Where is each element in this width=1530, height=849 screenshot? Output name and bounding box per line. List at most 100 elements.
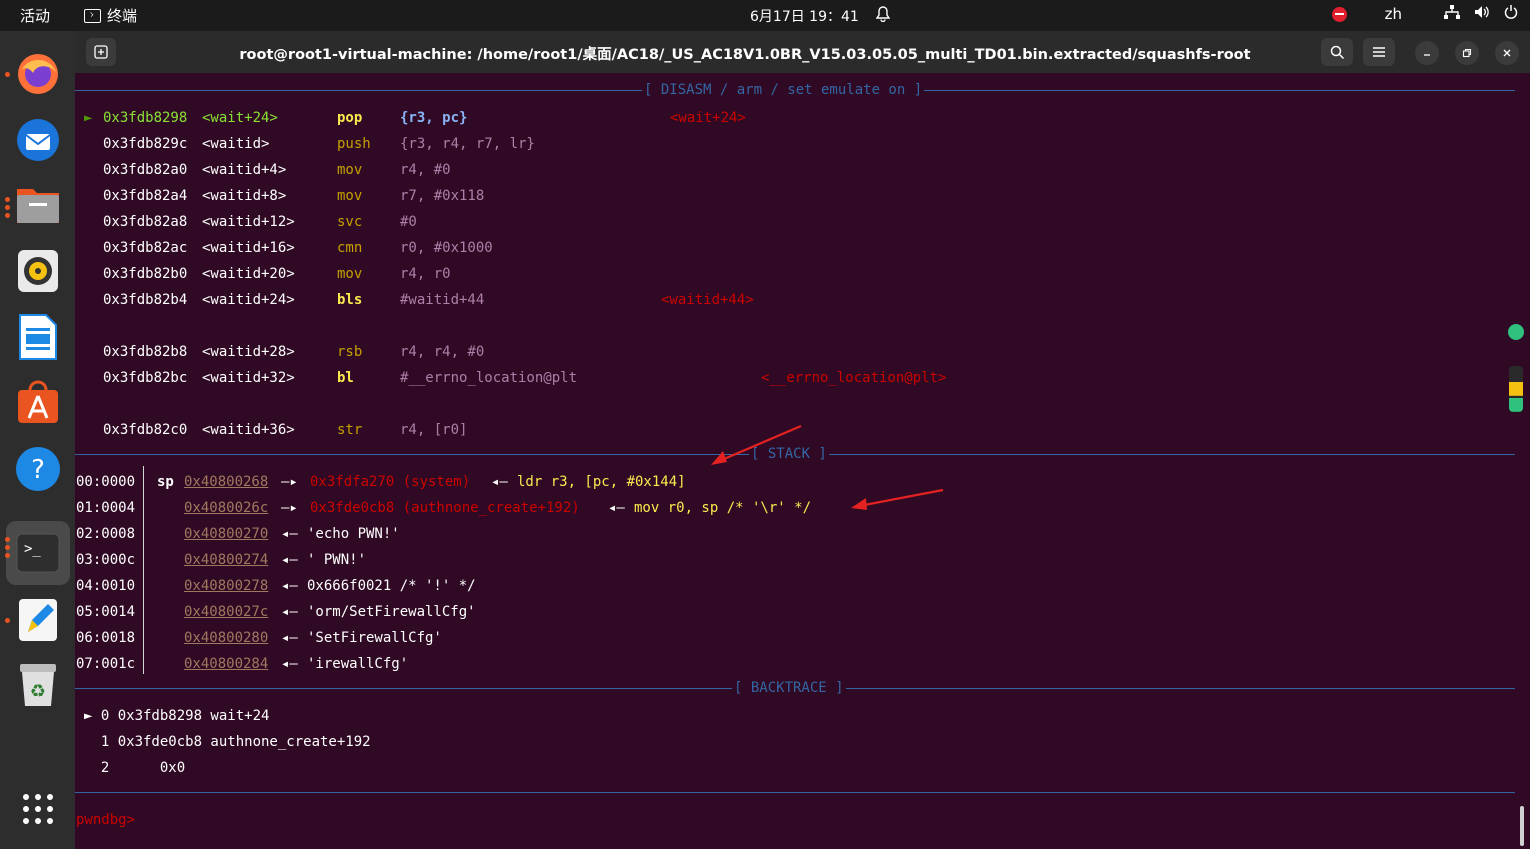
deref-arrow: ◂— xyxy=(281,552,298,568)
disasm-operands: {r3, r4, r7, lr} xyxy=(400,136,535,152)
network-icon[interactable] xyxy=(1444,5,1460,23)
running-indicator xyxy=(5,537,10,542)
disasm-operands: r4, #0 xyxy=(400,162,451,178)
disasm-address: 0x3fdb82b8 xyxy=(103,344,188,360)
menu-button[interactable] xyxy=(1363,38,1395,66)
help-icon[interactable]: ? xyxy=(14,445,62,493)
disasm-header: [ DISASM / arm / set emulate on ] xyxy=(642,82,925,98)
restore-icon xyxy=(1462,48,1472,58)
disasm-opcode: rsb xyxy=(337,344,363,360)
disasm-opcode: push xyxy=(337,136,371,152)
deref-arrow: ◂— xyxy=(491,474,508,490)
stack-value: 'orm/SetFirewallCfg' xyxy=(307,604,476,620)
window-titlebar[interactable]: root@root1-virtual-machine: /home/root1/… xyxy=(75,31,1530,73)
disasm-opcode: mov xyxy=(337,162,363,178)
stack-address: 0x40800278 xyxy=(184,578,269,594)
running-indicator xyxy=(5,545,10,550)
prompt[interactable]: pwndbg> xyxy=(76,811,135,829)
thunderbird-icon[interactable] xyxy=(14,116,62,164)
disasm-address: 0x3fdb82a8 xyxy=(103,214,188,230)
rhythmbox-icon[interactable] xyxy=(14,247,62,295)
deref-arrow: ◂— xyxy=(281,578,298,594)
stack-address: 0x40800270 xyxy=(184,526,269,542)
disasm-operands: r7, #0x118 xyxy=(400,188,485,204)
disasm-opcode: pop xyxy=(337,110,363,126)
deref-arrow: ◂— xyxy=(281,604,298,620)
stack-offset: 06:0018 xyxy=(76,630,136,646)
dock: ? >_ ♻ xyxy=(0,31,75,849)
stack-value: ' PWN!' xyxy=(307,552,367,568)
disasm-operands: r4, [r0] xyxy=(400,422,468,438)
maximize-button[interactable] xyxy=(1455,41,1479,65)
stack-address: 0x40800284 xyxy=(184,656,269,672)
stack-address: 0x4080027c xyxy=(184,604,269,620)
disasm-address: 0x3fdb8298 xyxy=(103,110,188,126)
terminal-icon[interactable]: >_ xyxy=(14,529,62,577)
app-menu[interactable]: 终端 xyxy=(84,5,137,26)
app-center-icon[interactable] xyxy=(14,379,62,427)
svg-text:♻: ♻ xyxy=(30,681,46,702)
power-icon[interactable] xyxy=(1504,5,1518,23)
trash-icon[interactable]: ♻ xyxy=(14,661,62,709)
disasm-address: 0x3fdb82b4 xyxy=(103,292,188,308)
close-button[interactable] xyxy=(1495,41,1519,65)
app-name: 终端 xyxy=(107,7,138,25)
deref-arrow: ◂— xyxy=(608,500,625,516)
search-button[interactable] xyxy=(1321,38,1353,66)
stack-offset: 07:001c xyxy=(76,656,136,672)
volume-icon[interactable] xyxy=(1474,5,1490,23)
stack-register: sp xyxy=(157,474,174,490)
disasm-symbol: <waitid+36> xyxy=(202,422,295,438)
running-indicator xyxy=(5,72,10,77)
search-icon xyxy=(1330,45,1344,59)
disasm-address: 0x3fdb82c0 xyxy=(103,422,188,438)
stack-value: ldr r3, [pc, #0x144] xyxy=(517,474,686,490)
disasm-operands: {r3, pc} xyxy=(400,110,468,126)
clock[interactable]: 6月17日 19：41 xyxy=(750,6,859,26)
stack-target: 0x3fde0cb8 (authnone_create+192) xyxy=(310,500,580,516)
disasm-operands: #0 xyxy=(400,214,417,230)
battery-indicator xyxy=(1509,366,1523,412)
terminal-icon xyxy=(84,8,101,23)
disasm-symbol: <waitid+12> xyxy=(202,214,295,230)
disasm-operands: r4, r0 xyxy=(400,266,451,282)
disasm-symbol: <waitid+32> xyxy=(202,370,295,386)
disasm-symbol: <waitid+24> xyxy=(202,292,295,308)
system-tray[interactable]: zh xyxy=(1331,5,1518,23)
stack-address: 0x4080026c xyxy=(184,500,269,516)
activities-button[interactable]: 活动 xyxy=(20,5,50,26)
section-divider xyxy=(75,792,1515,793)
stack-address: 0x40800280 xyxy=(184,630,269,646)
hamburger-icon xyxy=(1373,47,1385,57)
bell-icon[interactable] xyxy=(875,6,891,26)
libreoffice-writer-icon[interactable] xyxy=(14,313,62,361)
disasm-address: 0x3fdb82ac xyxy=(103,240,188,256)
stack-value: 'echo PWN!' xyxy=(307,526,400,542)
show-apps-icon[interactable] xyxy=(14,785,62,833)
stack-address: 0x40800274 xyxy=(184,552,269,568)
stack-value: 'SetFirewallCfg' xyxy=(307,630,442,646)
scrollbar-thumb[interactable] xyxy=(1520,806,1524,846)
terminal-output[interactable]: [ DISASM / arm / set emulate on ] ► 0x3fd… xyxy=(75,73,1515,849)
backtrace-frame: ► 0 0x3fdb8298 wait+24 xyxy=(84,708,270,724)
text-editor-icon[interactable] xyxy=(14,596,62,644)
backtrace-frame: 1 0x3fde0cb8 authnone_create+192 xyxy=(84,734,371,750)
stack-offset: 02:0008 xyxy=(76,526,136,542)
stack-target: 0x3fdfa270 (system) xyxy=(310,474,471,490)
disasm-symbol: <waitid+28> xyxy=(202,344,295,360)
disasm-address: 0x3fdb82a0 xyxy=(103,162,188,178)
firefox-icon[interactable] xyxy=(14,50,62,98)
do-not-disturb-icon[interactable] xyxy=(1331,6,1347,22)
disasm-symbol: <wait+24> xyxy=(202,110,278,126)
stack-offset: 04:0010 xyxy=(76,578,136,594)
minimize-button[interactable] xyxy=(1415,41,1439,65)
running-indicator xyxy=(5,213,10,218)
stack-separator xyxy=(143,466,144,674)
disasm-symbol: <waitid> xyxy=(202,136,270,152)
input-method-indicator[interactable]: zh xyxy=(1385,5,1402,23)
files-icon[interactable] xyxy=(14,181,62,229)
pointer-arrow: —▸ xyxy=(281,500,298,516)
top-bar: 活动 终端 6月17日 19：41 zh xyxy=(0,0,1530,31)
stack-offset: 03:000c xyxy=(76,552,136,568)
disasm-operands: r4, r4, #0 xyxy=(400,344,485,360)
